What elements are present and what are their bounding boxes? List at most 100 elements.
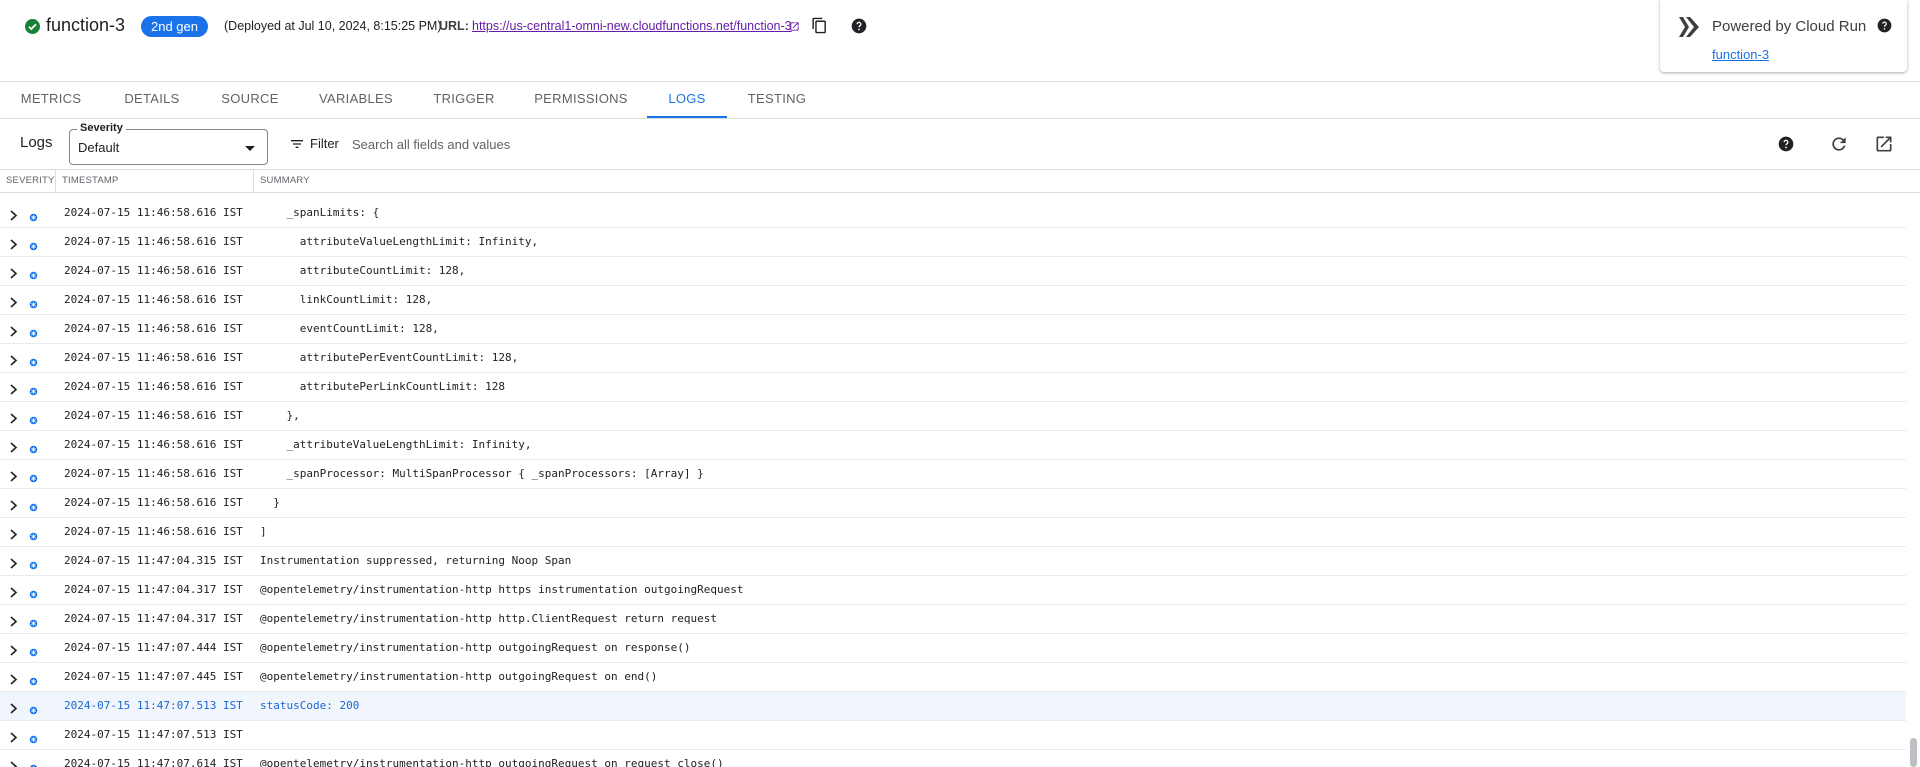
chevron-right-icon[interactable] [9, 295, 18, 313]
asterisk-icon [29, 528, 38, 541]
log-timestamp: 2024-07-15 11:46:58.616 IST [64, 380, 243, 393]
log-row[interactable]: 2024-07-15 11:46:58.616 IST }, [0, 402, 1906, 431]
chevron-right-icon[interactable] [9, 382, 18, 400]
chevron-right-icon[interactable] [9, 527, 18, 545]
chevron-right-icon[interactable] [9, 208, 18, 226]
url-label: URL: [439, 19, 469, 33]
chevron-right-icon[interactable] [9, 237, 18, 255]
log-row[interactable]: 2024-07-15 11:46:58.616 IST } [0, 489, 1906, 518]
refresh-icon[interactable] [1829, 134, 1849, 159]
tab-testing[interactable]: TESTING [727, 82, 827, 118]
filter-icon[interactable] [289, 136, 305, 157]
log-summary: @opentelemetry/instrumentation-http outg… [260, 757, 724, 767]
log-row[interactable]: 2024-07-15 11:46:58.616 IST _spanProcess… [0, 460, 1906, 489]
log-timestamp: 2024-07-15 11:47:07.513 IST [64, 728, 243, 741]
log-summary: eventCountLimit: 128, [260, 322, 439, 335]
log-timestamp: 2024-07-15 11:46:58.616 IST [64, 235, 243, 248]
chevron-right-icon[interactable] [9, 266, 18, 284]
log-timestamp: 2024-07-15 11:47:04.315 IST [64, 554, 243, 567]
chevron-right-icon[interactable] [9, 411, 18, 429]
tab-bar: METRICS DETAILS SOURCE VARIABLES TRIGGER… [0, 82, 1920, 119]
asterisk-icon [29, 412, 38, 425]
filter-button[interactable]: Filter [310, 136, 339, 151]
copy-icon[interactable] [811, 17, 828, 39]
log-timestamp: 2024-07-15 11:47:04.317 IST [64, 583, 243, 596]
column-timestamp[interactable]: TIMESTAMP [56, 170, 254, 192]
log-row[interactable]: 2024-07-15 11:47:07.614 IST @opentelemet… [0, 750, 1906, 767]
log-timestamp: 2024-07-15 11:46:58.616 IST [64, 264, 243, 277]
cloud-run-service-link[interactable]: function-3 [1712, 47, 1769, 62]
severity-label: Severity [77, 122, 126, 134]
asterisk-icon [29, 499, 38, 512]
log-summary: attributeValueLengthLimit: Infinity, [260, 235, 539, 248]
tab-logs[interactable]: LOGS [647, 82, 727, 118]
scrollbar-track[interactable] [1906, 199, 1920, 767]
log-row[interactable]: 2024-07-15 11:47:07.513 IST statusCode: … [0, 692, 1906, 721]
log-row[interactable]: 2024-07-15 11:46:58.616 IST attributePer… [0, 344, 1906, 373]
tab-details[interactable]: DETAILS [102, 82, 202, 118]
chevron-right-icon[interactable] [9, 440, 18, 458]
chevron-right-icon[interactable] [9, 759, 18, 767]
log-row[interactable]: 2024-07-15 11:46:58.616 IST ] [0, 518, 1906, 547]
log-row[interactable]: 2024-07-15 11:47:07.513 IST [0, 721, 1906, 750]
log-summary: _attributeValueLengthLimit: Infinity, [260, 438, 532, 451]
chevron-right-icon[interactable] [9, 701, 18, 719]
tab-metrics[interactable]: METRICS [0, 82, 102, 118]
logs-table-header: SEVERITY TIMESTAMP SUMMARY [0, 170, 1920, 193]
log-row[interactable]: 2024-07-15 11:46:58.616 IST _spanLimits:… [0, 199, 1906, 228]
scrollbar-thumb[interactable] [1910, 738, 1917, 767]
check-circle-icon [25, 19, 40, 34]
log-row[interactable]: 2024-07-15 11:47:07.444 IST @opentelemet… [0, 634, 1906, 663]
tab-trigger[interactable]: TRIGGER [414, 82, 514, 118]
column-summary[interactable]: SUMMARY [254, 170, 754, 192]
log-summary: @opentelemetry/instrumentation-http http… [260, 583, 744, 596]
log-timestamp: 2024-07-15 11:47:07.444 IST [64, 641, 243, 654]
asterisk-icon [29, 702, 38, 715]
log-row[interactable]: 2024-07-15 11:47:04.317 IST @opentelemet… [0, 576, 1906, 605]
log-row[interactable]: 2024-07-15 11:46:58.616 IST attributeCou… [0, 257, 1906, 286]
deployed-timestamp: (Deployed at Jul 10, 2024, 8:15:25 PM) [224, 19, 442, 33]
chevron-right-icon[interactable] [9, 498, 18, 516]
chevron-right-icon[interactable] [9, 585, 18, 603]
column-severity[interactable]: SEVERITY [0, 170, 56, 192]
severity-select[interactable]: Severity Default [69, 122, 268, 165]
log-row[interactable]: 2024-07-15 11:46:58.616 IST attributeVal… [0, 228, 1906, 257]
asterisk-icon [29, 354, 38, 367]
log-timestamp: 2024-07-15 11:46:58.616 IST [64, 496, 243, 509]
chevron-right-icon[interactable] [9, 730, 18, 748]
tab-source[interactable]: SOURCE [202, 82, 298, 118]
log-row[interactable]: 2024-07-15 11:46:58.616 IST _attributeVa… [0, 431, 1906, 460]
log-row[interactable]: 2024-07-15 11:46:58.616 IST eventCountLi… [0, 315, 1906, 344]
chevron-right-icon[interactable] [9, 353, 18, 371]
chevron-right-icon[interactable] [9, 469, 18, 487]
log-row[interactable]: 2024-07-15 11:47:07.445 IST @opentelemet… [0, 663, 1906, 692]
log-row[interactable]: 2024-07-15 11:47:04.315 IST Instrumentat… [0, 547, 1906, 576]
tab-variables[interactable]: VARIABLES [298, 82, 414, 118]
log-row[interactable]: 2024-07-15 11:47:04.317 IST @opentelemet… [0, 605, 1906, 634]
log-summary: attributeCountLimit: 128, [260, 264, 466, 277]
help-icon[interactable] [851, 18, 867, 39]
log-summary: ] [260, 525, 267, 538]
function-url-link[interactable]: https://us-central1-omni-new.cloudfuncti… [472, 19, 792, 33]
asterisk-icon [29, 470, 38, 483]
asterisk-icon [29, 760, 38, 767]
open-in-new-icon[interactable] [789, 19, 800, 37]
tab-permissions[interactable]: PERMISSIONS [514, 82, 648, 118]
chevron-right-icon[interactable] [9, 614, 18, 632]
log-row[interactable]: 2024-07-15 11:46:58.616 IST linkCountLim… [0, 286, 1906, 315]
chevron-right-icon[interactable] [9, 643, 18, 661]
search-input[interactable] [352, 134, 952, 154]
help-icon[interactable] [1877, 18, 1892, 38]
asterisk-icon [29, 383, 38, 396]
help-icon[interactable] [1778, 136, 1794, 157]
log-row[interactable]: 2024-07-15 11:46:58.616 IST attributePer… [0, 373, 1906, 402]
gen-badge: 2nd gen [141, 16, 208, 37]
log-timestamp: 2024-07-15 11:46:58.616 IST [64, 351, 243, 364]
chevron-right-icon[interactable] [9, 324, 18, 342]
open-in-new-icon[interactable] [1874, 134, 1894, 159]
chevron-right-icon[interactable] [9, 672, 18, 690]
chevron-right-icon[interactable] [9, 556, 18, 574]
log-timestamp: 2024-07-15 11:47:07.445 IST [64, 670, 243, 683]
log-summary: } [260, 496, 280, 509]
asterisk-icon [29, 325, 38, 338]
